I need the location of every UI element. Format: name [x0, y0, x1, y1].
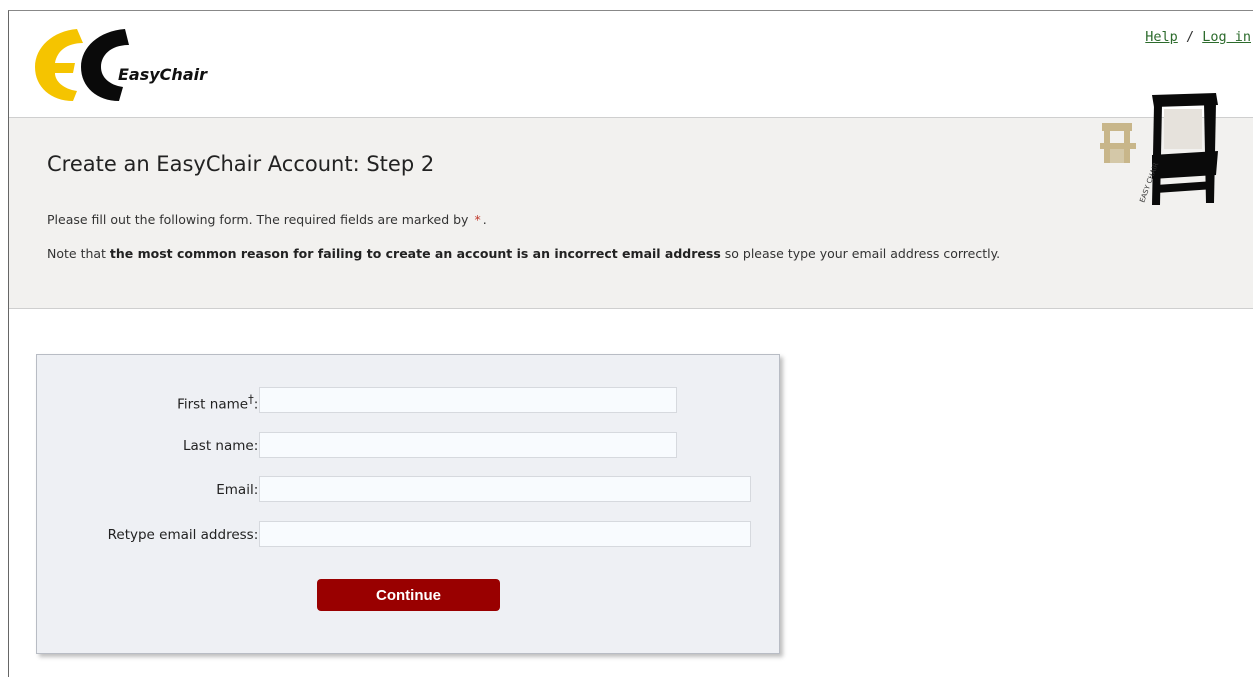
last-name-input[interactable]: [259, 432, 677, 458]
retype-email-input[interactable]: [259, 521, 751, 547]
intro-period: .: [482, 212, 487, 227]
login-link[interactable]: Log in: [1202, 29, 1251, 45]
intro-text: Please fill out the following form. The …: [47, 212, 487, 227]
last-name-label: Last name:*: [183, 438, 271, 454]
first-name-label: First name†:*: [177, 393, 271, 413]
note-emphasis: the most common reason for failing to cr…: [109, 246, 721, 261]
first-name-input[interactable]: [259, 387, 677, 413]
note-prefix: Note that: [47, 246, 110, 261]
intro-band: Create an EasyChair Account: Step 2 Plea…: [9, 117, 1253, 309]
header: EasyChair Help / Log in: [9, 11, 1253, 117]
top-links: Help / Log in: [1145, 29, 1251, 45]
retype-email-row: Retype email address:*: [37, 521, 777, 549]
note-suffix: so please type your email address correc…: [720, 246, 1001, 261]
continue-button[interactable]: Continue: [317, 579, 500, 611]
page-frame: EasyChair Help / Log in Create an EasyCh…: [8, 10, 1253, 677]
intro-sentence: Please fill out the following form. The …: [47, 212, 469, 227]
email-input[interactable]: [259, 476, 751, 502]
help-link[interactable]: Help: [1145, 29, 1178, 45]
last-name-row: Last name:*: [37, 432, 777, 460]
easychair-logo[interactable]: EasyChair: [33, 25, 243, 105]
email-note: Note that the most common reason for fai…: [47, 244, 1007, 263]
retype-email-label: Retype email address:*: [108, 527, 271, 543]
registration-form: First name†:* Last name:* Email:* Retype…: [36, 354, 780, 654]
top-links-separator: /: [1185, 29, 1195, 45]
first-name-row: First name†:*: [37, 387, 777, 415]
chair-illustration-icon: EASY CHAIR: [1094, 85, 1224, 215]
logo-text: EasyChair: [118, 65, 207, 84]
page-title: Create an EasyChair Account: Step 2: [47, 152, 435, 176]
required-marker: *: [474, 212, 481, 227]
email-row: Email:*: [37, 476, 777, 504]
